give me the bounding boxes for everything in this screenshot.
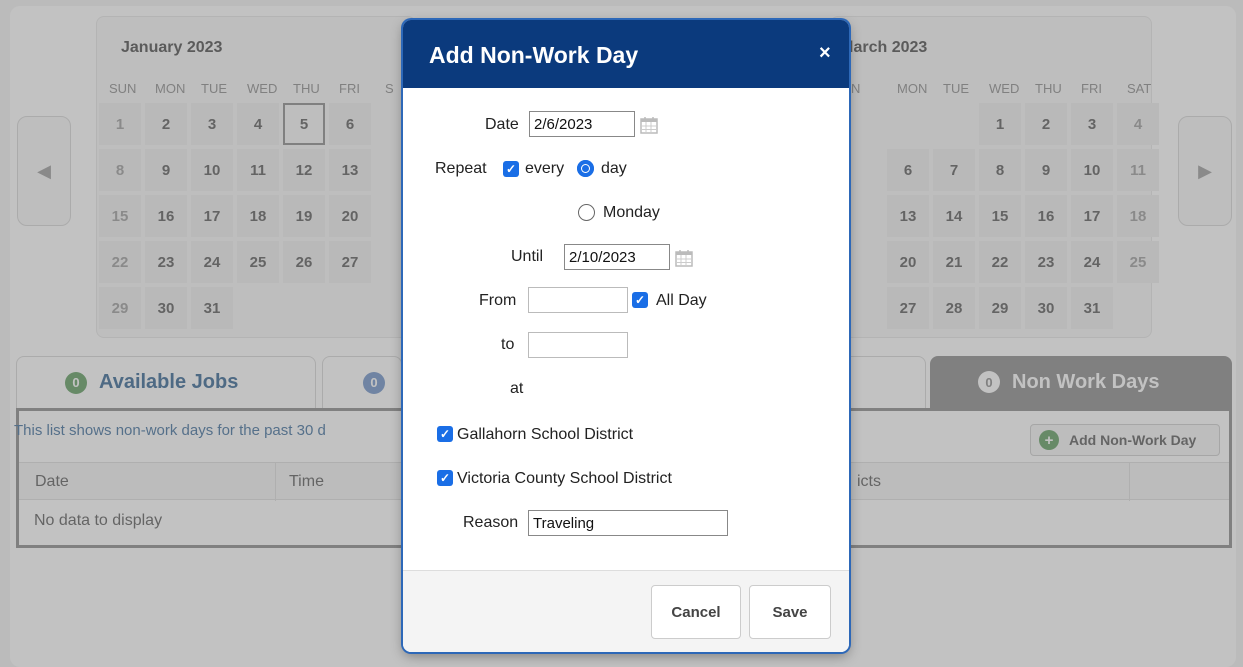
from-label: From bbox=[479, 292, 517, 309]
reason-input[interactable] bbox=[528, 510, 728, 536]
repeat-monday-label: Monday bbox=[603, 204, 660, 221]
close-icon[interactable]: × bbox=[819, 42, 831, 65]
cancel-button[interactable]: Cancel bbox=[651, 585, 741, 639]
until-label: Until bbox=[511, 248, 544, 265]
add-non-work-day-dialog: Add Non-Work Day × Date Repeat ✓ every d… bbox=[403, 20, 849, 652]
date-label: Date bbox=[485, 116, 519, 133]
reason-label: Reason bbox=[463, 514, 519, 531]
repeat-day-radio[interactable] bbox=[577, 160, 594, 177]
date-input[interactable] bbox=[529, 111, 635, 137]
repeat-monday-radio[interactable] bbox=[578, 204, 595, 221]
to-label: to bbox=[501, 336, 515, 353]
all-day-label: All Day bbox=[656, 292, 707, 309]
all-day-checkbox[interactable]: ✓ bbox=[632, 292, 648, 308]
calendar-icon[interactable] bbox=[640, 116, 658, 134]
district-label-gallahorn: Gallahorn School District bbox=[457, 426, 634, 443]
repeat-every-label: every bbox=[525, 160, 565, 177]
save-button[interactable]: Save bbox=[749, 585, 831, 639]
from-time-input[interactable] bbox=[528, 287, 628, 313]
dialog-header: Add Non-Work Day × bbox=[403, 20, 849, 88]
to-time-input[interactable] bbox=[528, 332, 628, 358]
district-checkbox-victoria[interactable]: ✓ bbox=[437, 470, 453, 486]
district-checkbox-gallahorn[interactable]: ✓ bbox=[437, 426, 453, 442]
repeat-day-label: day bbox=[601, 160, 627, 177]
repeat-checkbox[interactable]: ✓ bbox=[503, 161, 519, 177]
dialog-title: Add Non-Work Day bbox=[429, 42, 639, 68]
until-input[interactable] bbox=[564, 244, 670, 270]
district-label-victoria: Victoria County School District bbox=[457, 470, 672, 487]
calendar-icon[interactable] bbox=[675, 249, 693, 267]
at-label: at bbox=[510, 380, 524, 397]
repeat-label: Repeat bbox=[435, 160, 487, 177]
